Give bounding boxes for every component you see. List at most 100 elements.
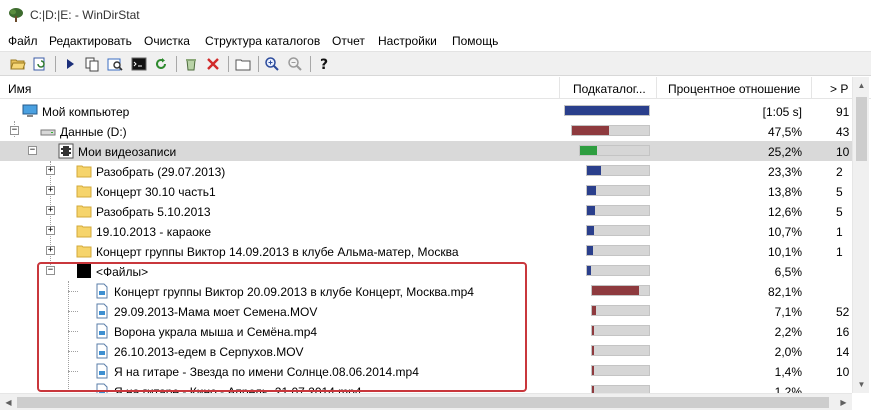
expand-icon[interactable]: +: [46, 246, 55, 255]
zoom-out-icon[interactable]: [286, 55, 304, 73]
file-icon: [96, 363, 108, 379]
percent-value: 10,7%: [767, 225, 802, 239]
vertical-scroll-thumb[interactable]: [856, 97, 867, 161]
collapse-icon[interactable]: −: [10, 126, 19, 135]
subdir-size-bar-fill: [587, 166, 601, 175]
menu-report[interactable]: Отчет: [332, 34, 365, 48]
folder-icon: [76, 165, 92, 178]
new-folder-icon[interactable]: [234, 55, 252, 73]
extra-column-value: 5: [836, 185, 843, 199]
extra-column-value: 10: [836, 145, 850, 159]
percent-value: 2,2%: [774, 325, 802, 339]
subdir-size-bar-fill: [592, 366, 594, 375]
menu-file[interactable]: Файл: [8, 34, 38, 48]
toolbar: ?: [0, 51, 871, 76]
tree-row[interactable]: Концерт группы Виктор 20.09.2013 в клубе…: [0, 281, 852, 301]
subdir-size-bar-fill: [565, 106, 649, 115]
subdir-size-bar: [586, 225, 650, 236]
subdir-size-bar: [579, 145, 650, 156]
subdir-size-bar: [564, 105, 650, 116]
svg-text:?: ?: [320, 57, 328, 72]
tree-row-label: <Файлы>: [96, 265, 149, 279]
subdir-size-bar: [586, 245, 650, 256]
folder-icon: [76, 225, 92, 238]
subdir-size-bar-fill: [587, 246, 593, 255]
percent-value: 1,4%: [774, 365, 802, 379]
percent-value: 6,5%: [774, 265, 802, 279]
scroll-down-icon[interactable]: ▼: [853, 376, 870, 393]
collapse-icon[interactable]: −: [46, 266, 55, 275]
refresh-selected-icon[interactable]: [152, 55, 170, 73]
folder-icon: [76, 205, 92, 218]
directory-tree[interactable]: Имя Подкаталог... Процентное отношение >…: [0, 77, 871, 411]
expand-icon[interactable]: +: [46, 206, 55, 215]
percent-value: 7,1%: [774, 305, 802, 319]
copy-icon[interactable]: [83, 55, 101, 73]
tree-row[interactable]: + Разобрать (29.07.2013) 23,3% 2: [0, 161, 852, 181]
tree-row-label: Данные (D:): [60, 125, 127, 139]
subdir-size-bar: [591, 345, 650, 356]
scroll-left-icon[interactable]: ◀: [0, 394, 17, 411]
extra-column-value: 1: [836, 225, 843, 239]
file-icon: [96, 283, 108, 299]
scroll-right-icon[interactable]: ▶: [835, 394, 852, 411]
tree-row-label: Ворона украла мыша и Семёна.mp4: [114, 325, 318, 339]
help-icon[interactable]: ?: [315, 55, 333, 73]
tree-row[interactable]: 29.09.2013-Мама моет Семена.MOV 7,1% 52: [0, 301, 852, 321]
tree-row[interactable]: + Концерт 30.10 часть1 13,8% 5: [0, 181, 852, 201]
extra-column-value: 1: [836, 245, 843, 259]
explore-icon[interactable]: [106, 55, 124, 73]
horizontal-scrollbar[interactable]: ◀ ▶: [0, 393, 852, 410]
vertical-scrollbar[interactable]: ▲ ▼: [852, 77, 869, 393]
percent-value: 82,1%: [767, 285, 802, 299]
tree-row[interactable]: − Мои видеозаписи 25,2% 10: [0, 141, 852, 161]
subdir-size-bar: [586, 165, 650, 176]
subdir-size-bar-fill: [587, 226, 594, 235]
open-folder-icon[interactable]: [9, 55, 27, 73]
tree-row[interactable]: + Разобрать 5.10.2013 12,6% 5: [0, 201, 852, 221]
column-subdirs[interactable]: Подкаталог...: [573, 82, 655, 96]
tree-row[interactable]: − Данные (D:) 47,5% 43: [0, 121, 852, 141]
file-icon: [96, 323, 108, 339]
expand-icon[interactable]: +: [46, 166, 55, 175]
tree-row-label: 26.10.2013-едем в Серпухов.MOV: [114, 345, 304, 359]
menu-settings[interactable]: Настройки: [378, 34, 437, 48]
menu-edit[interactable]: Редактировать: [49, 34, 132, 48]
file-icon: [96, 343, 108, 359]
column-percent[interactable]: Процентное отношение: [668, 82, 800, 96]
menu-cleanup[interactable]: Очистка: [144, 34, 190, 48]
tree-row[interactable]: − <Файлы> 6,5%: [0, 261, 852, 281]
menu-help[interactable]: Помощь: [452, 34, 498, 48]
folder-icon: [76, 185, 92, 198]
tree-row[interactable]: Ворона украла мыша и Семёна.mp4 2,2% 16: [0, 321, 852, 341]
command-prompt-icon[interactable]: [130, 55, 148, 73]
tree-row[interactable]: + Концерт группы Виктор 14.09.2013 в клуб…: [0, 241, 852, 261]
subdir-size-bar-fill: [587, 186, 596, 195]
play-icon[interactable]: [61, 55, 79, 73]
tree-row[interactable]: +19.10.2013 - караоке 10,7% 1: [0, 221, 852, 241]
files-block-icon: [77, 264, 91, 278]
recycle-bin-icon[interactable]: [182, 55, 200, 73]
file-icon: [96, 303, 108, 319]
subdir-size-bar-fill: [587, 266, 591, 275]
subdir-size-bar-fill: [592, 286, 639, 295]
tree-row[interactable]: Мой компьютер [1:05 s] 91: [0, 101, 852, 121]
collapse-icon[interactable]: −: [28, 146, 37, 155]
extra-column-value: 52: [836, 305, 850, 319]
tree-row-label: Концерт 30.10 часть1: [96, 185, 216, 199]
subdir-size-bar-fill: [592, 326, 594, 335]
delete-icon[interactable]: [204, 55, 222, 73]
tree-row[interactable]: 26.10.2013-едем в Серпухов.MOV 2,0% 14: [0, 341, 852, 361]
expand-icon[interactable]: +: [46, 186, 55, 195]
menu-bar: Файл Редактировать Очистка Структура кат…: [0, 31, 871, 51]
tree-row-label: Концерт группы Виктор 14.09.2013 в клубе…: [96, 245, 459, 259]
column-extra[interactable]: > P: [830, 82, 848, 96]
tree-row[interactable]: Я на гитаре - Звезда по имени Солнце.08.…: [0, 361, 852, 381]
column-name[interactable]: Имя: [8, 82, 31, 96]
scroll-up-icon[interactable]: ▲: [853, 77, 870, 94]
horizontal-scroll-thumb[interactable]: [17, 397, 829, 408]
menu-tree[interactable]: Структура каталогов: [205, 34, 320, 48]
zoom-in-icon[interactable]: [263, 55, 281, 73]
refresh-icon[interactable]: [31, 55, 49, 73]
expand-icon[interactable]: +: [46, 226, 55, 235]
